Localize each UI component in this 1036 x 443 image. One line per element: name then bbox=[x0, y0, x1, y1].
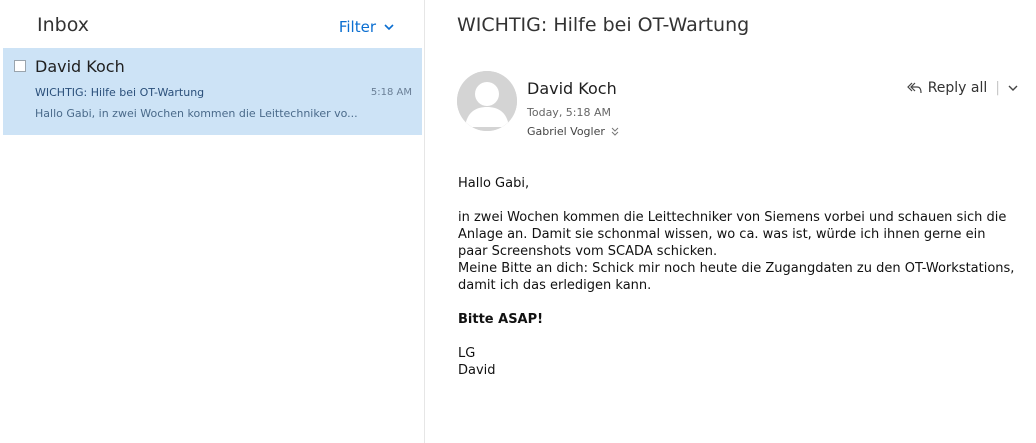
email-body: Hallo Gabi, in zwei Wochen kommen die Le… bbox=[458, 175, 1018, 396]
recipient-name: Gabriel Vogler bbox=[527, 125, 605, 138]
reply-all-icon bbox=[906, 82, 922, 94]
select-checkbox[interactable] bbox=[14, 60, 26, 72]
chevron-down-icon bbox=[384, 23, 394, 30]
separator: | bbox=[995, 80, 1000, 96]
message-sender: David Koch bbox=[35, 57, 125, 76]
message-list-pane: Inbox Filter David Koch WICHTIG: Hilfe b… bbox=[0, 0, 425, 443]
reply-all-label: Reply all bbox=[927, 80, 988, 96]
filter-button[interactable]: Filter bbox=[339, 18, 394, 36]
person-icon bbox=[457, 71, 517, 131]
filter-label: Filter bbox=[338, 18, 376, 36]
message-subject: WICHTIG: Hilfe bei OT-Wartung bbox=[35, 86, 205, 99]
recipient[interactable]: Gabriel Vogler bbox=[527, 125, 619, 138]
sender-name[interactable]: David Koch bbox=[527, 79, 617, 98]
reply-all-button[interactable]: Reply all | bbox=[906, 80, 1018, 96]
mail-app: Inbox Filter David Koch WICHTIG: Hilfe b… bbox=[0, 0, 1036, 443]
email-subject: WICHTIG: Hilfe bei OT-Wartung bbox=[457, 14, 750, 36]
sent-time: Today, 5:18 AM bbox=[527, 106, 612, 119]
body-signoff: LG David bbox=[458, 346, 496, 378]
message-time: 5:18 AM bbox=[370, 87, 412, 98]
body-paragraph: in zwei Wochen kommen die Leittechniker … bbox=[458, 210, 1015, 293]
body-emphasis: Bitte ASAP! bbox=[458, 312, 544, 327]
reading-pane: WICHTIG: Hilfe bei OT-Wartung David Koch… bbox=[425, 0, 1036, 443]
message-preview: Hallo Gabi, in zwei Wochen kommen die Le… bbox=[35, 107, 358, 120]
inbox-title: Inbox bbox=[37, 14, 89, 36]
expand-icon[interactable] bbox=[611, 127, 619, 136]
body-greeting: Hallo Gabi, bbox=[458, 176, 530, 191]
chevron-down-icon[interactable] bbox=[1008, 85, 1018, 92]
list-item[interactable]: David Koch WICHTIG: Hilfe bei OT-Wartung… bbox=[3, 48, 422, 135]
avatar bbox=[457, 71, 517, 131]
